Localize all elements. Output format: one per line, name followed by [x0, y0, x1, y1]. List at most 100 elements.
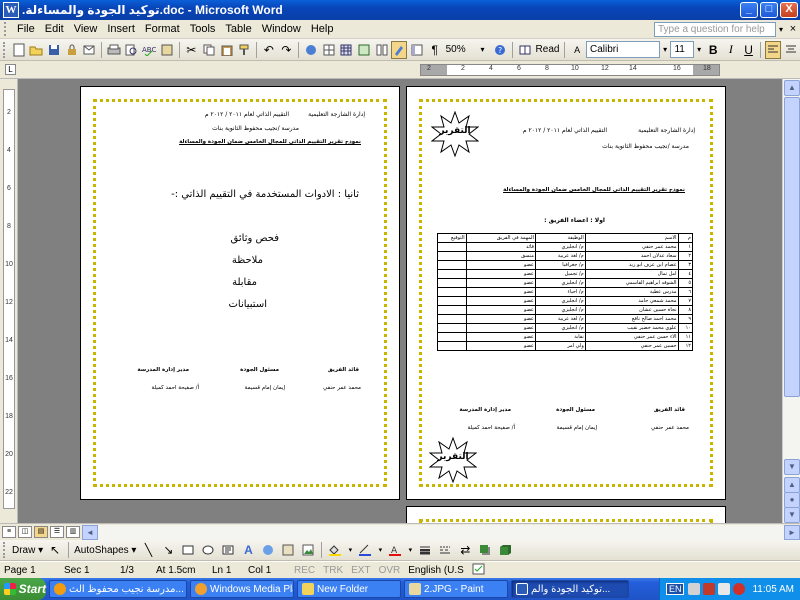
select-objects-icon[interactable]: ↖: [46, 541, 64, 559]
oval-icon[interactable]: [199, 541, 217, 559]
autoshapes-menu[interactable]: AutoShapes ▾: [74, 545, 136, 556]
maximize-button[interactable]: □: [760, 2, 778, 18]
draw-menu[interactable]: Draw ▾: [12, 545, 43, 556]
print-layout-button[interactable]: ▤: [34, 526, 48, 538]
menu-help[interactable]: Help: [306, 23, 339, 35]
line-icon[interactable]: ╲: [139, 541, 157, 559]
font-color-icon[interactable]: A: [386, 541, 404, 559]
permission-icon[interactable]: [64, 41, 80, 59]
3d-style-icon[interactable]: [496, 541, 514, 559]
insert-wordart-icon[interactable]: A: [239, 541, 257, 559]
format-painter-icon[interactable]: [236, 41, 252, 59]
status-language[interactable]: English (U.S: [404, 565, 468, 576]
tables-borders-icon[interactable]: [321, 41, 337, 59]
zoom-dropdown-icon[interactable]: ▾: [475, 41, 491, 59]
align-left-icon[interactable]: [765, 40, 782, 59]
tab-selector-icon[interactable]: L: [5, 64, 16, 75]
vertical-scrollbar[interactable]: ▲ ▼ ▲ ● ▼: [782, 79, 800, 523]
spelling-icon[interactable]: ABC: [141, 41, 157, 59]
page-left[interactable]: إدارة الشارجة التعليمية التقييم الذاتي ل…: [80, 86, 400, 500]
insert-clipart-icon[interactable]: [279, 541, 297, 559]
italic-button[interactable]: I: [723, 41, 739, 59]
copy-icon[interactable]: [201, 41, 217, 59]
status-ovr[interactable]: OVR: [375, 565, 405, 576]
web-layout-button[interactable]: ◫: [18, 526, 32, 538]
text-box-icon[interactable]: [219, 541, 237, 559]
status-ext[interactable]: EXT: [347, 565, 374, 576]
tray-antivirus-icon[interactable]: [703, 583, 716, 595]
status-rec[interactable]: REC: [290, 565, 319, 576]
arrow-style-icon[interactable]: ⇄: [456, 541, 474, 559]
ask-dropdown-icon[interactable]: ▾: [776, 25, 786, 34]
zoom-select[interactable]: 50%: [446, 44, 472, 55]
word-app-icon[interactable]: W: [3, 2, 19, 18]
document-area[interactable]: إدارة الشارجة التعليمية التقييم الذاتي ل…: [18, 79, 782, 523]
insert-table-icon[interactable]: [338, 41, 354, 59]
columns-icon[interactable]: [374, 41, 390, 59]
redo-icon[interactable]: ↷: [279, 41, 295, 59]
read-icon[interactable]: [517, 41, 533, 59]
insert-picture-icon[interactable]: [299, 541, 317, 559]
normal-view-button[interactable]: ≡: [2, 526, 16, 538]
next-page-button[interactable]: ▼: [784, 507, 800, 523]
dash-style-icon[interactable]: [436, 541, 454, 559]
styles-icon[interactable]: A: [569, 41, 585, 59]
shadow-style-icon[interactable]: [476, 541, 494, 559]
line-color-icon[interactable]: [356, 541, 374, 559]
tray-network-icon[interactable]: [688, 583, 701, 595]
underline-button[interactable]: U: [741, 41, 757, 59]
font-color-dropdown-icon[interactable]: ▾: [406, 541, 414, 559]
read-button[interactable]: Read: [536, 44, 560, 55]
previous-page-button[interactable]: ▲: [784, 477, 800, 493]
rectangle-icon[interactable]: [179, 541, 197, 559]
scroll-left-button[interactable]: ◄: [82, 524, 98, 540]
minimize-button[interactable]: _: [740, 2, 758, 18]
status-trk[interactable]: TRK: [319, 565, 347, 576]
tray-alert-icon[interactable]: [733, 583, 746, 595]
print-preview-icon[interactable]: [124, 41, 140, 59]
insert-excel-icon[interactable]: [356, 41, 372, 59]
menu-tools[interactable]: Tools: [185, 23, 221, 35]
taskbar-item-word[interactable]: توكيد الجودة والم...: [511, 580, 629, 598]
spelling-status-icon[interactable]: [468, 563, 490, 578]
reading-layout-button[interactable]: ▥: [66, 526, 80, 538]
undo-icon[interactable]: ↶: [261, 41, 277, 59]
research-icon[interactable]: [159, 41, 175, 59]
line-style-icon[interactable]: [416, 541, 434, 559]
font-size-dropdown-icon[interactable]: ▾: [695, 41, 704, 59]
menu-file[interactable]: File: [12, 23, 40, 35]
menu-edit[interactable]: Edit: [40, 23, 69, 35]
cut-icon[interactable]: ✂: [183, 41, 199, 59]
horizontal-ruler[interactable]: L 2 2 4 6 8 10 12 14 16 18: [0, 61, 800, 79]
show-hide-paragraph-icon[interactable]: ¶: [427, 41, 443, 59]
page-next[interactable]: [406, 506, 726, 523]
language-indicator[interactable]: EN: [665, 583, 685, 595]
bold-button[interactable]: B: [705, 41, 721, 59]
print-icon[interactable]: [106, 41, 122, 59]
menu-insert[interactable]: Insert: [102, 23, 140, 35]
document-map-icon[interactable]: [409, 41, 425, 59]
document-close-button[interactable]: ×: [786, 23, 800, 35]
font-dropdown-icon[interactable]: ▾: [661, 41, 670, 59]
font-size-select[interactable]: 11: [670, 41, 694, 58]
menu-view[interactable]: View: [69, 23, 103, 35]
tray-volume-icon[interactable]: [718, 583, 731, 595]
insert-diagram-icon[interactable]: [259, 541, 277, 559]
vertical-ruler[interactable]: 2 4 6 8 10 12 14 16 18 20 22: [0, 79, 18, 523]
drawing-icon[interactable]: [391, 40, 408, 59]
email-icon[interactable]: [81, 41, 97, 59]
paste-icon[interactable]: [219, 41, 235, 59]
open-folder-icon[interactable]: [28, 41, 44, 59]
start-button[interactable]: Start: [0, 578, 46, 600]
select-browse-object-button[interactable]: ●: [784, 492, 800, 508]
help-icon[interactable]: ?: [492, 41, 508, 59]
page-right[interactable]: التقرير إدارة الشارجة التعليمية التقييم …: [406, 86, 726, 500]
menu-window[interactable]: Window: [257, 23, 306, 35]
fill-color-icon[interactable]: [326, 541, 344, 559]
fill-color-dropdown-icon[interactable]: ▾: [346, 541, 354, 559]
scroll-right-button[interactable]: ►: [784, 524, 800, 540]
ask-question-input[interactable]: Type a question for help: [654, 21, 776, 37]
scroll-thumb[interactable]: [784, 97, 800, 397]
taskbar-item-new-folder[interactable]: New Folder: [297, 580, 401, 598]
taskbar-item-browser[interactable]: مدرسة نجيب محفوظ الث...: [49, 580, 187, 598]
